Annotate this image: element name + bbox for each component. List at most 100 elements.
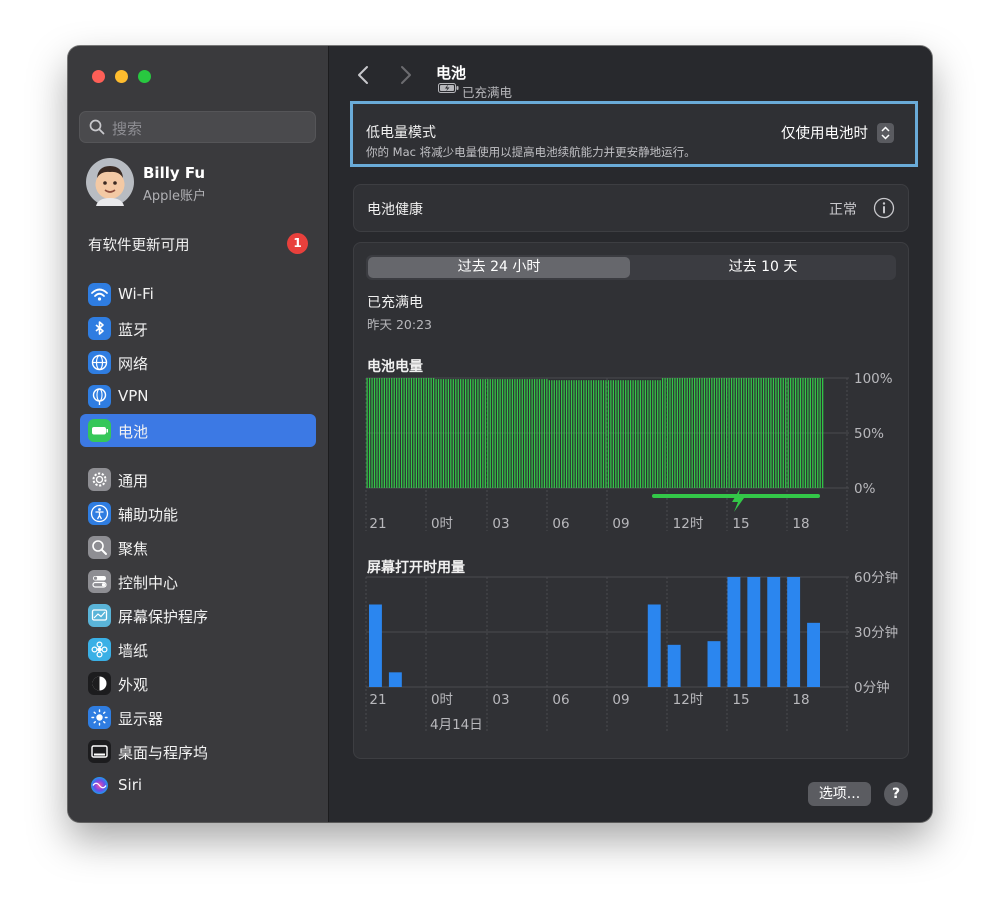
info-icon[interactable] [873, 197, 895, 219]
battery-level-bar [533, 379, 536, 488]
battery-level-bar [767, 378, 770, 488]
battery-level-bar [467, 379, 469, 488]
battery-level-bar [366, 378, 368, 488]
battery-level-bar [531, 379, 533, 488]
battery-level-bar [750, 378, 752, 488]
charging-bolt-icon [732, 489, 744, 512]
screen-x-tick: 18 [792, 692, 809, 708]
sidebar-item-bluetooth[interactable]: 蓝牙 [80, 312, 316, 345]
battery-level-bar [460, 379, 462, 488]
battery-level-bar [575, 380, 578, 488]
sidebar-item-display[interactable]: 显示器 [80, 701, 316, 734]
battery-x-tick: 12时 [673, 516, 704, 532]
battery-level-bar [698, 378, 701, 488]
battery-level-bar [373, 378, 376, 488]
sidebar-item-dock[interactable]: 桌面与程序坞 [80, 735, 316, 768]
low-power-mode-select[interactable]: 仅使用电池时 [781, 122, 868, 143]
search-field[interactable]: 搜索 [79, 111, 316, 143]
battery-level-bar [625, 380, 627, 488]
minimize-window-button[interactable] [115, 70, 128, 83]
battery-level-bar [403, 378, 405, 488]
sidebar-item-battery[interactable]: 电池 [80, 414, 316, 447]
battery-level-bar [777, 378, 779, 488]
battery-level-bar [817, 378, 819, 488]
sidebar-item-gear[interactable]: 通用 [80, 463, 316, 496]
battery-level-bar [378, 378, 381, 488]
low-power-mode-row[interactable]: 低电量模式 你的 Mac 将减少电量使用以提高电池续航能力并更安静地运行。 仅使… [350, 101, 918, 167]
siri-icon [88, 774, 111, 797]
screen-usage-bar [747, 577, 761, 687]
globe-icon [88, 351, 111, 374]
battery-level-bar [794, 378, 797, 488]
battery-y-tick: 50% [854, 426, 884, 442]
sidebar-item-wallpaper[interactable]: 墙纸 [80, 633, 316, 666]
time-range-segmented-control[interactable]: 过去 24 小时 过去 10 天 [366, 255, 896, 280]
screensaver-icon [88, 604, 111, 627]
battery-level-bar [770, 378, 772, 488]
popup-stepper-icon[interactable] [877, 123, 894, 143]
battery-x-tick: 06 [552, 516, 569, 532]
date-label: 4月14日 [430, 717, 483, 733]
battery-level-bar [696, 378, 698, 488]
sidebar-item-label: 辅助功能 [118, 506, 179, 524]
screen-x-tick: 21 [369, 692, 386, 708]
battery-level-bar [703, 378, 706, 488]
user-name: Billy Fu [143, 164, 206, 182]
back-chevron-icon[interactable] [356, 64, 370, 92]
battery-health-value: 正常 [829, 202, 857, 218]
battery-level-bar [447, 379, 450, 488]
avatar [86, 158, 134, 206]
sidebar-item-vpn-globe[interactable]: VPN [80, 380, 316, 413]
battery-level-bar [469, 379, 472, 488]
sidebar-item-screensaver[interactable]: 屏幕保护程序 [80, 599, 316, 632]
battery-level-bar [738, 378, 740, 488]
battery-level-bar [396, 378, 398, 488]
battery-level-bar [383, 378, 385, 488]
battery-level-bar [637, 380, 639, 488]
low-power-mode-description: 你的 Mac 将减少电量使用以提高电池续航能力并更安静地运行。 [366, 145, 696, 159]
battery-level-bar [415, 378, 418, 488]
sidebar-item-accessibility[interactable]: 辅助功能 [80, 497, 316, 530]
battery-level-bar [573, 380, 575, 488]
sidebar-item-magnifier[interactable]: 聚焦 [80, 531, 316, 564]
battery-level-bar [541, 379, 543, 488]
battery-level-bar [597, 380, 600, 488]
battery-level-bar [561, 380, 563, 488]
battery-level-bar [782, 378, 784, 488]
sidebar-item-wifi[interactable]: Wi-Fi [80, 278, 316, 311]
help-button[interactable]: ? [884, 782, 908, 806]
sidebar-item-control-center[interactable]: 控制中心 [80, 565, 316, 598]
battery-level-bar [748, 378, 750, 488]
battery-level-bar [391, 378, 393, 488]
battery-level-bar [629, 380, 632, 488]
battery-level-bar [647, 380, 649, 488]
battery-level-bar [666, 378, 669, 488]
screen-x-tick: 0时 [431, 692, 453, 708]
screen-usage-bar [767, 577, 781, 687]
sidebar-item-appearance[interactable]: 外观 [80, 667, 316, 700]
battery-level-bar [733, 378, 735, 488]
battery-level-bar [669, 378, 671, 488]
software-update-item[interactable]: 有软件更新可用 [88, 234, 190, 255]
screen-y-tick: 0分钟 [854, 679, 890, 696]
options-button[interactable]: 选项... [808, 782, 871, 806]
battery-level-bar [726, 378, 728, 488]
battery-level-bar [684, 378, 686, 488]
battery-level-bar [455, 379, 457, 488]
battery-level-bar [809, 378, 811, 488]
battery-level-bar [536, 379, 538, 488]
battery-level-bar [580, 380, 582, 488]
battery-level-bar [521, 379, 523, 488]
tab-last-10-days[interactable]: 过去 10 天 [632, 257, 894, 278]
battery-level-bar [386, 378, 388, 488]
tab-last-24-hours[interactable]: 过去 24 小时 [368, 257, 630, 278]
forward-chevron-icon[interactable] [399, 64, 413, 92]
battery-level-bar [489, 379, 491, 488]
sidebar-item-globe[interactable]: 网络 [80, 346, 316, 379]
sidebar-item-siri[interactable]: Siri [80, 769, 316, 802]
battery-level-bar [445, 379, 447, 488]
zoom-window-button[interactable] [138, 70, 151, 83]
sidebar-item-label: 外观 [118, 676, 149, 694]
battery-level-bar [524, 379, 526, 488]
close-window-button[interactable] [92, 70, 105, 83]
